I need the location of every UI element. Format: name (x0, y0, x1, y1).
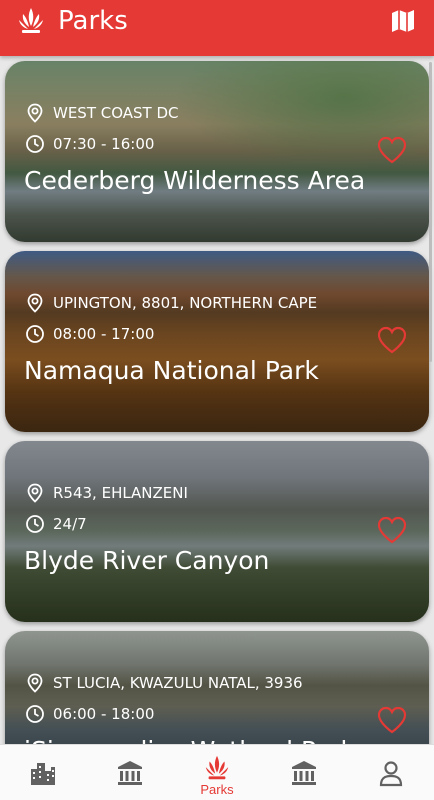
city-icon (31, 762, 56, 785)
hours-row: 06:00 - 18:00 (25, 704, 154, 724)
nav-item-parks[interactable]: Parks (182, 745, 252, 800)
location-pin-icon (27, 483, 43, 503)
clock-icon (26, 325, 44, 343)
favorite-heart-icon[interactable] (377, 706, 407, 734)
park-name[interactable]: Blyde River Canyon (24, 546, 269, 575)
park-location: R543, EHLANZENI (53, 484, 188, 502)
park-hours: 06:00 - 18:00 (53, 705, 155, 723)
bank-icon (291, 760, 316, 785)
protea-icon (205, 755, 229, 780)
hours-row: 08:00 - 17:00 (25, 324, 154, 344)
hours-row: 07:30 - 16:00 (25, 134, 154, 154)
nav-label-parks: Parks (200, 782, 234, 797)
page-title: Parks (58, 6, 128, 36)
location-row: UPINGTON, 8801, NORTHERN CAPE (25, 293, 317, 313)
nav-item-bank[interactable] (269, 745, 339, 800)
nav-item-museum[interactable] (95, 745, 165, 800)
park-card[interactable]: ST LUCIA, KWAZULU NATAL, 3936 06:00 - 18… (5, 631, 429, 744)
park-hours: 08:00 - 17:00 (53, 325, 155, 343)
park-location: WEST COAST DC (53, 104, 179, 122)
nav-item-profile[interactable] (356, 745, 426, 800)
location-pin-icon (27, 103, 43, 123)
park-name[interactable]: Namaqua National Park (24, 356, 319, 385)
park-list[interactable]: WEST COAST DC 07:30 - 16:00 Cederberg Wi… (0, 56, 434, 744)
favorite-heart-icon[interactable] (377, 516, 407, 544)
park-hours: 24/7 (53, 515, 87, 533)
hours-row: 24/7 (25, 514, 87, 534)
clock-icon (26, 135, 44, 153)
park-card[interactable]: WEST COAST DC 07:30 - 16:00 Cederberg Wi… (5, 61, 429, 242)
favorite-heart-icon[interactable] (377, 326, 407, 354)
clock-icon (26, 515, 44, 533)
location-pin-icon (27, 673, 43, 693)
app-bar: Parks (0, 0, 434, 56)
museum-icon (118, 760, 143, 785)
nav-item-city[interactable] (8, 745, 78, 800)
park-name[interactable]: Cederberg Wilderness Area (24, 166, 365, 195)
person-icon (379, 760, 402, 786)
location-pin-icon (27, 293, 43, 313)
scrollbar[interactable] (429, 62, 432, 362)
protea-logo-icon[interactable] (16, 6, 46, 36)
bottom-navigation: Parks (0, 744, 434, 800)
location-row: R543, EHLANZENI (25, 483, 188, 503)
park-card[interactable]: UPINGTON, 8801, NORTHERN CAPE 08:00 - 17… (5, 251, 429, 432)
location-row: ST LUCIA, KWAZULU NATAL, 3936 (25, 673, 303, 693)
favorite-heart-icon[interactable] (377, 136, 407, 164)
park-location: UPINGTON, 8801, NORTHERN CAPE (53, 294, 318, 312)
park-card[interactable]: R543, EHLANZENI 24/7 Blyde River Canyon (5, 441, 429, 622)
park-hours: 07:30 - 16:00 (53, 135, 155, 153)
map-icon[interactable] (390, 8, 416, 34)
park-location: ST LUCIA, KWAZULU NATAL, 3936 (53, 674, 303, 692)
clock-icon (26, 705, 44, 723)
location-row: WEST COAST DC (25, 103, 179, 123)
park-name[interactable]: iSimangaliso Wetland Park (24, 736, 355, 744)
